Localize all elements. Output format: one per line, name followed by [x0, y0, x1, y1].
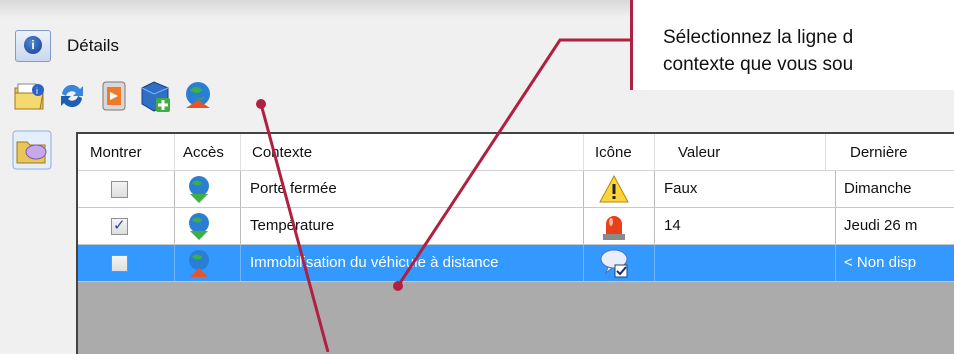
show-checkbox[interactable] — [111, 255, 128, 272]
show-checkbox[interactable] — [111, 181, 128, 198]
globe-down-green-icon — [189, 213, 209, 240]
details-window: i Détails i Montrer Accès Contexte Icône… — [0, 0, 954, 354]
table-row[interactable]: ✓ Température 14 Jeudi 26 m — [78, 208, 954, 245]
svg-text:i: i — [36, 86, 38, 96]
show-checkbox[interactable]: ✓ — [111, 217, 128, 235]
export-icon[interactable] — [96, 78, 132, 114]
globe-context-icon[interactable] — [180, 78, 216, 114]
context-label: Température — [250, 217, 335, 234]
col-derniere[interactable]: Dernière — [850, 144, 908, 161]
value-cell: 14 — [664, 217, 681, 234]
col-acces[interactable]: Accès — [183, 144, 224, 161]
last-cell: < Non disp — [844, 254, 917, 271]
folder-info-icon[interactable]: i — [12, 78, 48, 114]
callout-box: Sélectionnez la ligne d contexte que vou… — [630, 0, 954, 90]
globe-down-green-icon — [189, 176, 209, 203]
alarm-light-icon — [603, 216, 625, 240]
add-cube-icon[interactable] — [138, 78, 174, 114]
value-cell: Faux — [664, 180, 698, 197]
col-valeur[interactable]: Valeur — [678, 144, 720, 161]
toolbar: i — [12, 78, 332, 120]
sidebar-folder-message-icon[interactable] — [12, 130, 52, 170]
details-info-icon: i — [15, 30, 51, 62]
refresh-icon[interactable] — [54, 78, 90, 114]
table-row[interactable]: Porte fermée Faux Dimanche — [78, 171, 954, 208]
globe-up-red-icon — [189, 250, 209, 277]
context-grid: Montrer Accès Contexte Icône Valeur Dern… — [76, 132, 954, 354]
window-title: Détails — [67, 36, 119, 55]
grid-header: Montrer Accès Contexte Icône Valeur Dern… — [78, 134, 954, 171]
col-montrer[interactable]: Montrer — [90, 144, 142, 161]
context-label: Immobilisation du véhicule à distance — [250, 254, 499, 271]
warning-icon — [599, 174, 629, 203]
last-cell: Jeudi 26 m — [844, 217, 918, 234]
col-contexte[interactable]: Contexte — [252, 144, 312, 161]
last-cell: Dimanche — [844, 180, 912, 197]
callout-text: Sélectionnez la ligne d contexte que vou… — [663, 27, 854, 75]
message-check-icon — [600, 249, 628, 278]
context-label: Porte fermée — [250, 180, 337, 197]
table-row-selected[interactable]: Immobilisation du véhicule à distance < … — [78, 245, 954, 282]
col-icone[interactable]: Icône — [595, 144, 632, 161]
